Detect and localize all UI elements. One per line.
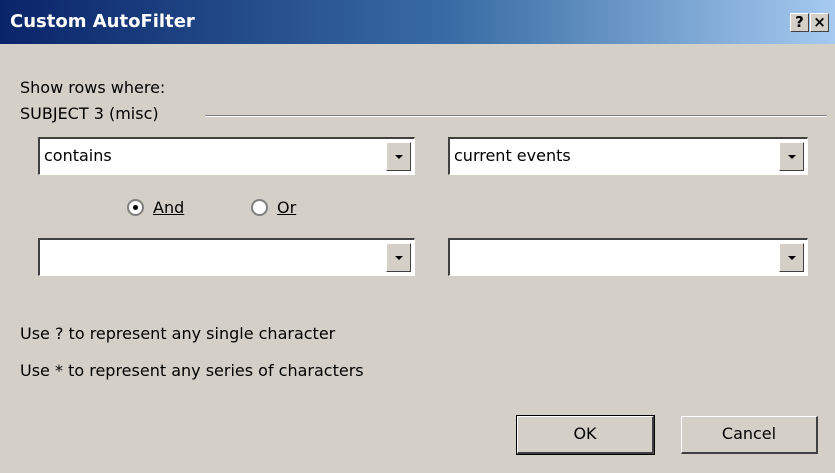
cancel-button[interactable]: Cancel	[681, 416, 818, 454]
hint-single-char: Use ? to represent any single character	[20, 324, 336, 343]
and-label: And	[153, 198, 184, 218]
operator-1-combo[interactable]: contains	[38, 137, 415, 175]
group-divider	[205, 115, 827, 117]
value-1-value: current events	[454, 146, 571, 165]
show-rows-label: Show rows where:	[20, 78, 166, 97]
value-1-dropdown-button[interactable]	[779, 142, 804, 171]
operator-1-value: contains	[44, 146, 112, 165]
chevron-down-icon	[395, 256, 403, 260]
or-label: Or	[277, 198, 296, 218]
title-bar: Custom AutoFilter ? ×	[0, 0, 835, 44]
value-2-dropdown-button[interactable]	[779, 243, 804, 272]
or-label-text: Or	[277, 198, 297, 217]
chevron-down-icon	[788, 256, 796, 260]
operator-2-combo[interactable]	[38, 238, 415, 276]
radio-circle	[127, 199, 144, 216]
custom-autofilter-dialog: Custom AutoFilter ? × Show rows where: S…	[0, 0, 835, 473]
and-radio[interactable]: And	[127, 197, 207, 219]
chevron-down-icon	[395, 155, 403, 159]
radio-selected-dot	[133, 205, 138, 210]
help-button[interactable]: ?	[790, 13, 809, 32]
and-label-text: And	[153, 198, 185, 217]
hint-series-chars: Use * to represent any series of charact…	[20, 361, 364, 380]
value-2-combo[interactable]	[448, 238, 808, 276]
radio-circle	[251, 199, 268, 216]
operator-2-dropdown-button[interactable]	[386, 243, 411, 272]
or-radio[interactable]: Or	[251, 197, 321, 219]
operator-1-dropdown-button[interactable]	[386, 142, 411, 171]
field-name-label: SUBJECT 3 (misc)	[20, 104, 159, 123]
close-button[interactable]: ×	[810, 13, 829, 32]
value-1-combo[interactable]: current events	[448, 137, 808, 175]
window-title: Custom AutoFilter	[10, 11, 195, 32]
chevron-down-icon	[788, 155, 796, 159]
ok-button[interactable]: OK	[516, 415, 655, 455]
